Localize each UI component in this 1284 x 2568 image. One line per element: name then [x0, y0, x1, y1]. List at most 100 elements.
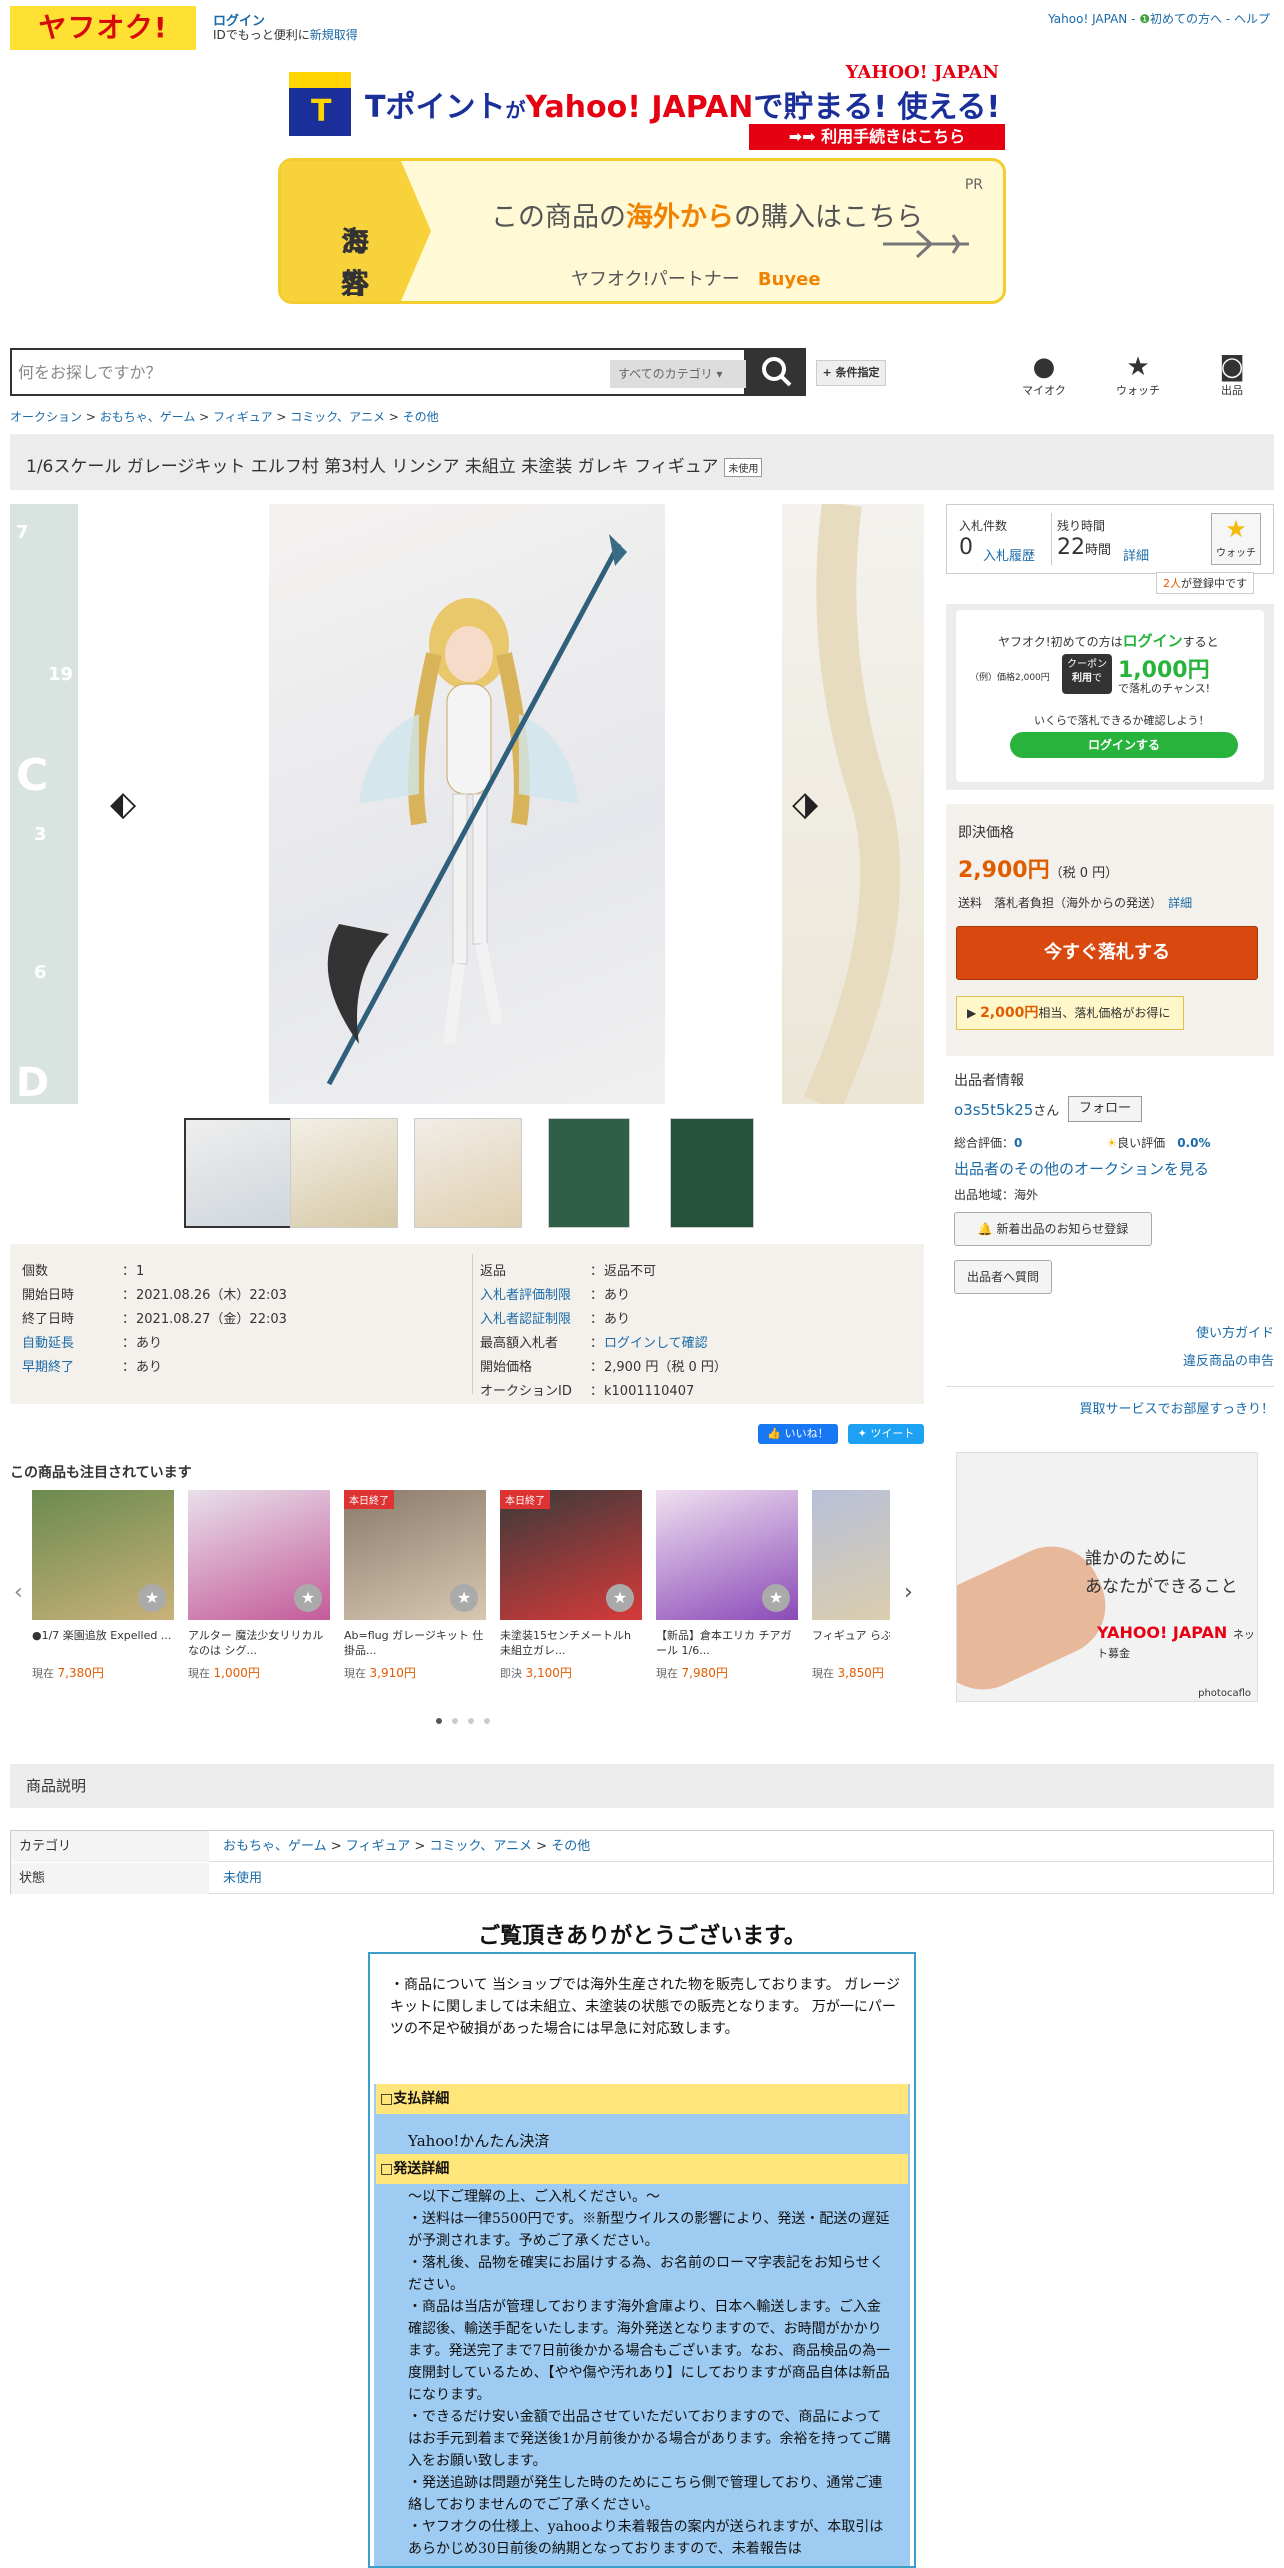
- recommend-item[interactable]: 本日終了 ★ 未塗装15センチメートルh 未組立ガレ... 即決 3,100円: [500, 1490, 642, 1681]
- shipping-line: ～以下ご理解の上、ご入札ください。～: [408, 2189, 660, 2205]
- category-link[interactable]: フィギュア: [346, 1839, 410, 1854]
- detail-row: 開始価格 ：2,900 円（税 0 円）: [480, 1356, 727, 1375]
- detail-label[interactable]: 入札者認証制限: [480, 1308, 590, 1327]
- recommend-item[interactable]: ★ アルター 魔法少女リリカルなのは シグ... 現在 1,000円: [188, 1490, 330, 1681]
- tpoint-register-link[interactable]: ➡➡ 利用手続きはこちら: [749, 124, 1005, 150]
- seller-region: 出品地域：海外: [954, 1188, 1039, 1202]
- buy-now-button[interactable]: 今すぐ落札する: [956, 926, 1258, 980]
- remaining-time-label: 残り時間: [1057, 519, 1106, 533]
- prev-image-preview[interactable]: 7 19 C 3 6 D: [10, 504, 78, 1104]
- remaining-detail-link[interactable]: 詳細: [1123, 545, 1149, 564]
- details-divider: [472, 1254, 473, 1394]
- tweet-button[interactable]: ✦ ツイート: [848, 1424, 924, 1444]
- breadcrumb-link[interactable]: フィギュア: [213, 410, 273, 424]
- recommend-name[interactable]: アルター 魔法少女リリカルなのは シグ...: [188, 1628, 330, 1658]
- search-input[interactable]: [18, 356, 598, 388]
- coupon-note[interactable]: ▶ 2,000円相当、落札価格がお得に: [956, 996, 1184, 1030]
- detail-label[interactable]: 早期終了: [22, 1356, 122, 1375]
- recommend-image[interactable]: 本日終了 ★: [344, 1490, 486, 1620]
- sell-button[interactable]: ◙ 出品: [1204, 352, 1260, 398]
- recommend-name[interactable]: Ab=flug ガレージキット 仕掛品...: [344, 1628, 486, 1658]
- recommend-image[interactable]: ★: [656, 1490, 798, 1620]
- star-icon: ★: [1126, 352, 1150, 382]
- seller-other-auctions-link[interactable]: 出品者のその他のオークションを見る: [954, 1158, 1209, 1179]
- tpoint-banner[interactable]: T TポイントがYahoo! JAPANで貯まる! 使える! YAHOO! JA…: [285, 62, 1005, 150]
- recommend-name[interactable]: ●1/7 楽園追放 Expelled ...: [32, 1628, 174, 1658]
- breadcrumb-link[interactable]: その他: [403, 410, 439, 424]
- ask-seller-button[interactable]: 出品者へ質問: [954, 1260, 1052, 1294]
- watch-button[interactable]: ★ ウォッチ: [1211, 513, 1261, 565]
- watch-star-icon[interactable]: ★: [138, 1584, 166, 1612]
- breadcrumb-link[interactable]: オークション: [10, 410, 82, 424]
- detail-label: 終了日時: [22, 1312, 75, 1327]
- signup-link[interactable]: 新規取得: [310, 28, 358, 42]
- usage-guide-link[interactable]: 使い方ガイド: [1196, 1322, 1274, 1341]
- condition-button[interactable]: + 条件指定: [816, 360, 886, 386]
- category-link[interactable]: 未使用: [223, 1871, 262, 1886]
- shipping-info: 送料 落札者負担（海外からの発送） 詳細: [958, 896, 1193, 910]
- recommend-image[interactable]: ★: [188, 1490, 330, 1620]
- recommend-name[interactable]: 未塗装15センチメートルh 未組立ガレ...: [500, 1628, 642, 1658]
- watch-star-icon[interactable]: ★: [606, 1584, 634, 1612]
- help-link[interactable]: ヘルプ: [1234, 12, 1270, 26]
- myauc-button[interactable]: ● マイオク: [1016, 352, 1072, 398]
- recommend-prev-button[interactable]: ‹: [14, 1580, 23, 1605]
- recommend-image[interactable]: ★: [32, 1490, 174, 1620]
- description-intro: ・商品について 当ショップでは海外生産された物を販売しております。 ガレージキッ…: [390, 1977, 900, 2037]
- breadcrumb-link[interactable]: おもちゃ、ゲーム: [100, 410, 196, 424]
- thumbnail-3[interactable]: [414, 1118, 522, 1228]
- yahoo-japan-link[interactable]: Yahoo! JAPAN: [1048, 12, 1127, 26]
- category-link[interactable]: コミック、アニメ: [429, 1839, 532, 1854]
- main-product-image[interactable]: [269, 504, 665, 1104]
- recommend-item[interactable]: ★ フィギュア らぶる... 現在 3,850円: [812, 1490, 890, 1681]
- category-link[interactable]: おもちゃ、ゲーム: [223, 1839, 327, 1854]
- thumbnail-5[interactable]: [670, 1118, 754, 1228]
- recommend-name[interactable]: 【新品】倉本エリカ チアガール 1/6...: [656, 1628, 798, 1658]
- title-bar: 1/6スケール ガレージキット エルフ村 第3村人 リンシア 未組立 未塗装 ガ…: [10, 434, 1274, 490]
- detail-value[interactable]: ログインして確認: [604, 1336, 708, 1351]
- watch-star-icon[interactable]: ★: [762, 1584, 790, 1612]
- link-sep: -: [1222, 12, 1234, 26]
- carousel-dots[interactable]: [436, 1712, 500, 1728]
- bid-count: 0: [959, 535, 973, 560]
- recommend-next-button[interactable]: ›: [904, 1580, 913, 1605]
- thumbnail-4[interactable]: [548, 1118, 630, 1228]
- prev-image-button[interactable]: ⬖: [110, 784, 150, 824]
- watch-star-icon[interactable]: ★: [450, 1584, 478, 1612]
- watch-list-button[interactable]: ★ ウォッチ: [1110, 352, 1166, 398]
- detail-label[interactable]: 自動延長: [22, 1332, 122, 1351]
- beginner-link[interactable]: 初めての方へ: [1150, 12, 1222, 26]
- detail-label[interactable]: 入札者評価制限: [480, 1284, 590, 1303]
- promo-login-link[interactable]: ログイン: [1123, 632, 1183, 650]
- recommend-item[interactable]: ★ 【新品】倉本エリカ チアガール 1/6... 現在 7,980円: [656, 1490, 798, 1681]
- bid-history-link[interactable]: 入札履歴: [983, 545, 1035, 564]
- breadcrumb-link[interactable]: コミック、アニメ: [290, 410, 385, 424]
- recommend-image[interactable]: 本日終了 ★: [500, 1490, 642, 1620]
- total-rating-link[interactable]: 0: [1014, 1136, 1022, 1150]
- recommend-item[interactable]: 本日終了 ★ Ab=flug ガレージキット 仕掛品... 現在 3,910円: [344, 1490, 486, 1681]
- category-select[interactable]: すべてのカテゴリ ▾: [610, 360, 748, 388]
- new-listing-notify-button[interactable]: 🔔 新着出品のお知らせ登録: [954, 1212, 1152, 1246]
- recommend-item[interactable]: ★ ●1/7 楽園追放 Expelled ... 現在 7,380円: [32, 1490, 174, 1681]
- overseas-banner-label: 海外のお客様へ: [281, 161, 431, 301]
- recommend-image[interactable]: ★: [812, 1490, 890, 1620]
- thumbnail-1[interactable]: [184, 1118, 292, 1228]
- thumbnail-2[interactable]: [290, 1118, 398, 1228]
- watch-star-icon[interactable]: ★: [294, 1584, 322, 1612]
- shipping-detail-link[interactable]: 詳細: [1168, 896, 1192, 910]
- recommend-name[interactable]: フィギュア らぶる...: [812, 1628, 890, 1658]
- facebook-like-button[interactable]: 👍 いいね！: [758, 1424, 838, 1444]
- buyback-service-link[interactable]: 買取サービスでお部屋すっきり！: [1080, 1398, 1274, 1417]
- promo-login-button[interactable]: ログインする: [1010, 732, 1238, 758]
- overseas-banner[interactable]: 海外のお客様へ この商品の海外からの購入はこちら ヤフオク!パートナー Buye…: [278, 158, 1006, 304]
- top-right-links: Yahoo! JAPAN - ❶初めての方へ - ヘルプ: [1048, 10, 1270, 27]
- seller-name-link[interactable]: o3s5t5k25さん: [954, 1100, 1059, 1119]
- next-image-button[interactable]: ⬗: [792, 784, 832, 824]
- category-link[interactable]: その他: [551, 1839, 590, 1854]
- detail-label: 個数: [22, 1264, 49, 1279]
- follow-button[interactable]: フォロー: [1068, 1096, 1142, 1122]
- donation-ad[interactable]: 誰かのために あなたができること YAHOO! JAPAN ネット募金 photo…: [956, 1452, 1258, 1702]
- yahuoku-logo[interactable]: ヤフオク!: [10, 6, 196, 50]
- search-button[interactable]: [746, 348, 806, 396]
- report-violation-link[interactable]: 違反商品の申告: [1183, 1350, 1274, 1369]
